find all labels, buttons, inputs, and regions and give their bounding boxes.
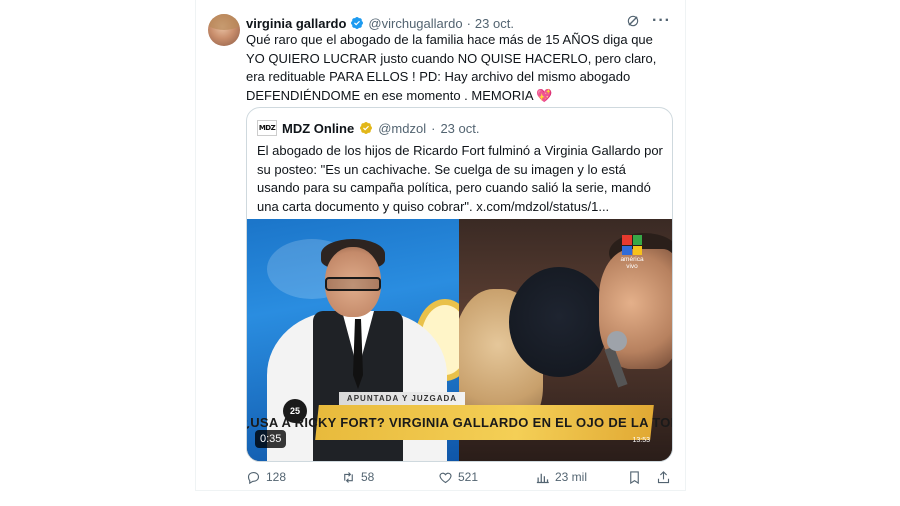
like-count: 521	[458, 470, 479, 484]
grok-icon[interactable]	[626, 14, 640, 28]
dark-hair-person	[509, 267, 609, 377]
separator-dot: ·	[466, 15, 471, 31]
like-icon	[439, 472, 452, 483]
more-icon[interactable]: ···	[652, 13, 671, 29]
tweet-text: Qué raro que el abogado de la familia ha…	[246, 31, 671, 105]
banner-headline-text: ¿USA A RICKY FORT? VIRGINIA GALLARDO EN …	[247, 415, 672, 430]
tweet-header: virginia gallardo @virchugallardo · 23 o…	[246, 14, 514, 32]
mdz-logo[interactable]: MDZ	[257, 120, 277, 136]
tweet-top-actions: ···	[626, 13, 671, 29]
network-label: américa vivo	[620, 256, 644, 270]
video-duration: 0:35	[255, 430, 287, 448]
share-icon[interactable]	[656, 470, 671, 485]
tweet-actions: 128 58 521 23 mil	[246, 467, 671, 487]
tweet-date[interactable]: 23 oct.	[475, 16, 514, 31]
views-icon	[536, 473, 549, 483]
like-button[interactable]: 521	[438, 470, 535, 485]
bookmark-icon[interactable]	[627, 470, 642, 485]
repost-button[interactable]: 58	[341, 470, 438, 485]
author-handle[interactable]: @virchugallardo	[368, 16, 462, 31]
network-logo: américa vivo	[619, 235, 645, 275]
tweet-body: Qué raro que el abogado de la familia ha…	[246, 32, 657, 103]
banner-headline: ¿USA A RICKY FORT? VIRGINIA GALLARDO EN …	[247, 405, 672, 440]
quote-date[interactable]: 23 oct.	[440, 121, 479, 136]
broadcast-clock: 13:53	[632, 437, 650, 444]
video-thumbnail[interactable]: 25 américa vivo APUNTADA Y JUZGADA ¿USA …	[247, 219, 672, 461]
author-name[interactable]: virginia gallardo	[246, 16, 346, 31]
repost-count: 58	[361, 470, 375, 484]
quoted-tweet[interactable]: MDZ MDZ Online @mdzol · 23 oct. El aboga…	[246, 107, 673, 462]
reply-icon	[247, 471, 260, 484]
tweet-secondary-actions	[627, 470, 671, 485]
gold-badge-icon	[360, 122, 373, 134]
avatar[interactable]	[208, 14, 240, 46]
quote-author-name[interactable]: MDZ Online	[282, 121, 354, 136]
quote-author-handle[interactable]: @mdzol	[378, 121, 426, 136]
quote-text: El abogado de los hijos de Ricardo Fort …	[257, 143, 663, 214]
views-button[interactable]: 23 mil	[535, 470, 625, 485]
banner-kicker: APUNTADA Y JUZGADA	[339, 392, 465, 405]
heart-emoji: 💖	[536, 87, 553, 103]
reply-button[interactable]: 128	[246, 470, 341, 485]
views-count: 23 mil	[555, 470, 588, 484]
presenter-glasses	[325, 277, 381, 291]
reply-count: 128	[266, 470, 287, 484]
quote-separator-dot: ·	[431, 120, 436, 136]
quote-header: MDZ MDZ Online @mdzol · 23 oct.	[257, 120, 479, 136]
network-logo-grid	[622, 235, 642, 255]
retweet-icon	[344, 471, 353, 483]
tweet-card[interactable]: virginia gallardo @virchugallardo · 23 o…	[196, 0, 685, 490]
microphone-icon	[607, 331, 627, 351]
verified-icon	[351, 17, 364, 29]
